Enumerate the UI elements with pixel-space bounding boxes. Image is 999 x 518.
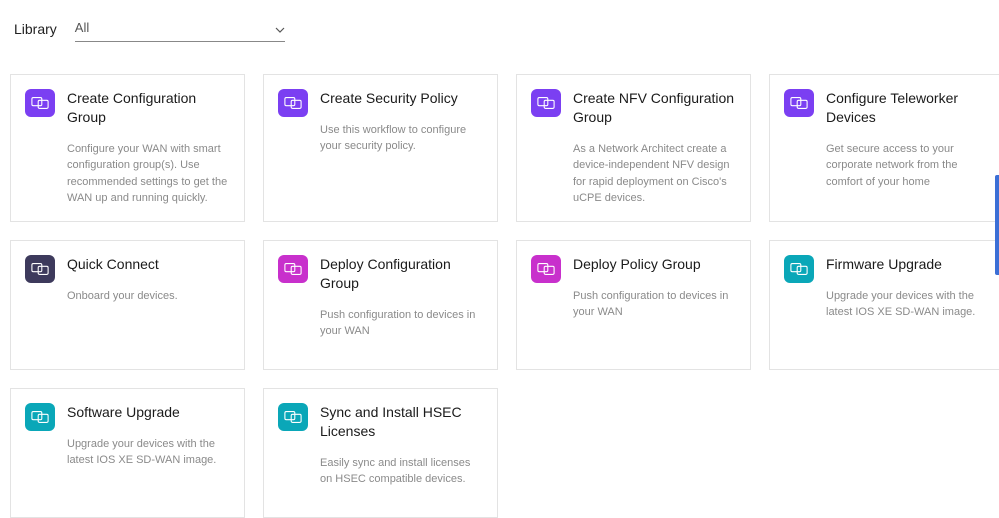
filter-label: Library xyxy=(14,21,57,37)
card-desc: Upgrade your devices with the latest IOS… xyxy=(67,436,230,469)
workflow-icon xyxy=(25,403,55,431)
card-body: Sync and Install HSEC Licenses Easily sy… xyxy=(320,403,483,503)
workflow-icon xyxy=(531,255,561,283)
card-title: Deploy Policy Group xyxy=(573,255,736,274)
card-configure-teleworker-devices[interactable]: Configure Teleworker Devices Get secure … xyxy=(769,74,999,222)
card-desc: As a Network Architect create a device-i… xyxy=(573,141,736,207)
chevron-down-icon xyxy=(275,23,285,33)
card-software-upgrade[interactable]: Software Upgrade Upgrade your devices wi… xyxy=(10,388,245,518)
card-title: Configure Teleworker Devices xyxy=(826,89,989,127)
card-title: Create NFV Configuration Group xyxy=(573,89,736,127)
workflow-icon xyxy=(531,89,561,117)
card-body: Software Upgrade Upgrade your devices wi… xyxy=(67,403,230,503)
card-title: Firmware Upgrade xyxy=(826,255,989,274)
card-body: Deploy Configuration Group Push configur… xyxy=(320,255,483,355)
card-title: Software Upgrade xyxy=(67,403,230,422)
card-desc: Use this workflow to configure your secu… xyxy=(320,122,483,155)
workflow-icon xyxy=(278,255,308,283)
card-body: Quick Connect Onboard your devices. xyxy=(67,255,230,355)
card-body: Configure Teleworker Devices Get secure … xyxy=(826,89,989,207)
card-quick-connect[interactable]: Quick Connect Onboard your devices. xyxy=(10,240,245,370)
card-body: Create NFV Configuration Group As a Netw… xyxy=(573,89,736,207)
filter-selected-value: All xyxy=(75,20,89,35)
workflow-icon xyxy=(278,403,308,431)
scrollbar-indicator[interactable] xyxy=(995,175,999,275)
card-create-security-policy[interactable]: Create Security Policy Use this workflow… xyxy=(263,74,498,222)
card-title: Create Configuration Group xyxy=(67,89,230,127)
card-title: Sync and Install HSEC Licenses xyxy=(320,403,483,441)
workflow-icon xyxy=(25,89,55,117)
card-title: Quick Connect xyxy=(67,255,230,274)
card-firmware-upgrade[interactable]: Firmware Upgrade Upgrade your devices wi… xyxy=(769,240,999,370)
workflow-icon xyxy=(25,255,55,283)
workflow-icon xyxy=(784,89,814,117)
card-desc: Get secure access to your corporate netw… xyxy=(826,141,989,191)
card-desc: Push configuration to devices in your WA… xyxy=(573,288,736,321)
filter-row: Library All xyxy=(10,16,989,42)
card-desc: Push configuration to devices in your WA… xyxy=(320,307,483,340)
workflow-icon xyxy=(784,255,814,283)
card-title: Create Security Policy xyxy=(320,89,483,108)
card-body: Firmware Upgrade Upgrade your devices wi… xyxy=(826,255,989,355)
workflow-card-grid: Create Configuration Group Configure you… xyxy=(10,74,989,518)
card-desc: Onboard your devices. xyxy=(67,288,230,305)
card-create-configuration-group[interactable]: Create Configuration Group Configure you… xyxy=(10,74,245,222)
card-sync-install-hsec-licenses[interactable]: Sync and Install HSEC Licenses Easily sy… xyxy=(263,388,498,518)
card-desc: Easily sync and install licenses on HSEC… xyxy=(320,455,483,488)
card-deploy-configuration-group[interactable]: Deploy Configuration Group Push configur… xyxy=(263,240,498,370)
card-title: Deploy Configuration Group xyxy=(320,255,483,293)
card-body: Create Configuration Group Configure you… xyxy=(67,89,230,207)
card-desc: Configure your WAN with smart configurat… xyxy=(67,141,230,207)
card-deploy-policy-group[interactable]: Deploy Policy Group Push configuration t… xyxy=(516,240,751,370)
card-body: Deploy Policy Group Push configuration t… xyxy=(573,255,736,355)
workflow-icon xyxy=(278,89,308,117)
card-create-nfv-configuration-group[interactable]: Create NFV Configuration Group As a Netw… xyxy=(516,74,751,222)
library-filter-select[interactable]: All xyxy=(75,16,285,42)
card-desc: Upgrade your devices with the latest IOS… xyxy=(826,288,989,321)
card-body: Create Security Policy Use this workflow… xyxy=(320,89,483,207)
